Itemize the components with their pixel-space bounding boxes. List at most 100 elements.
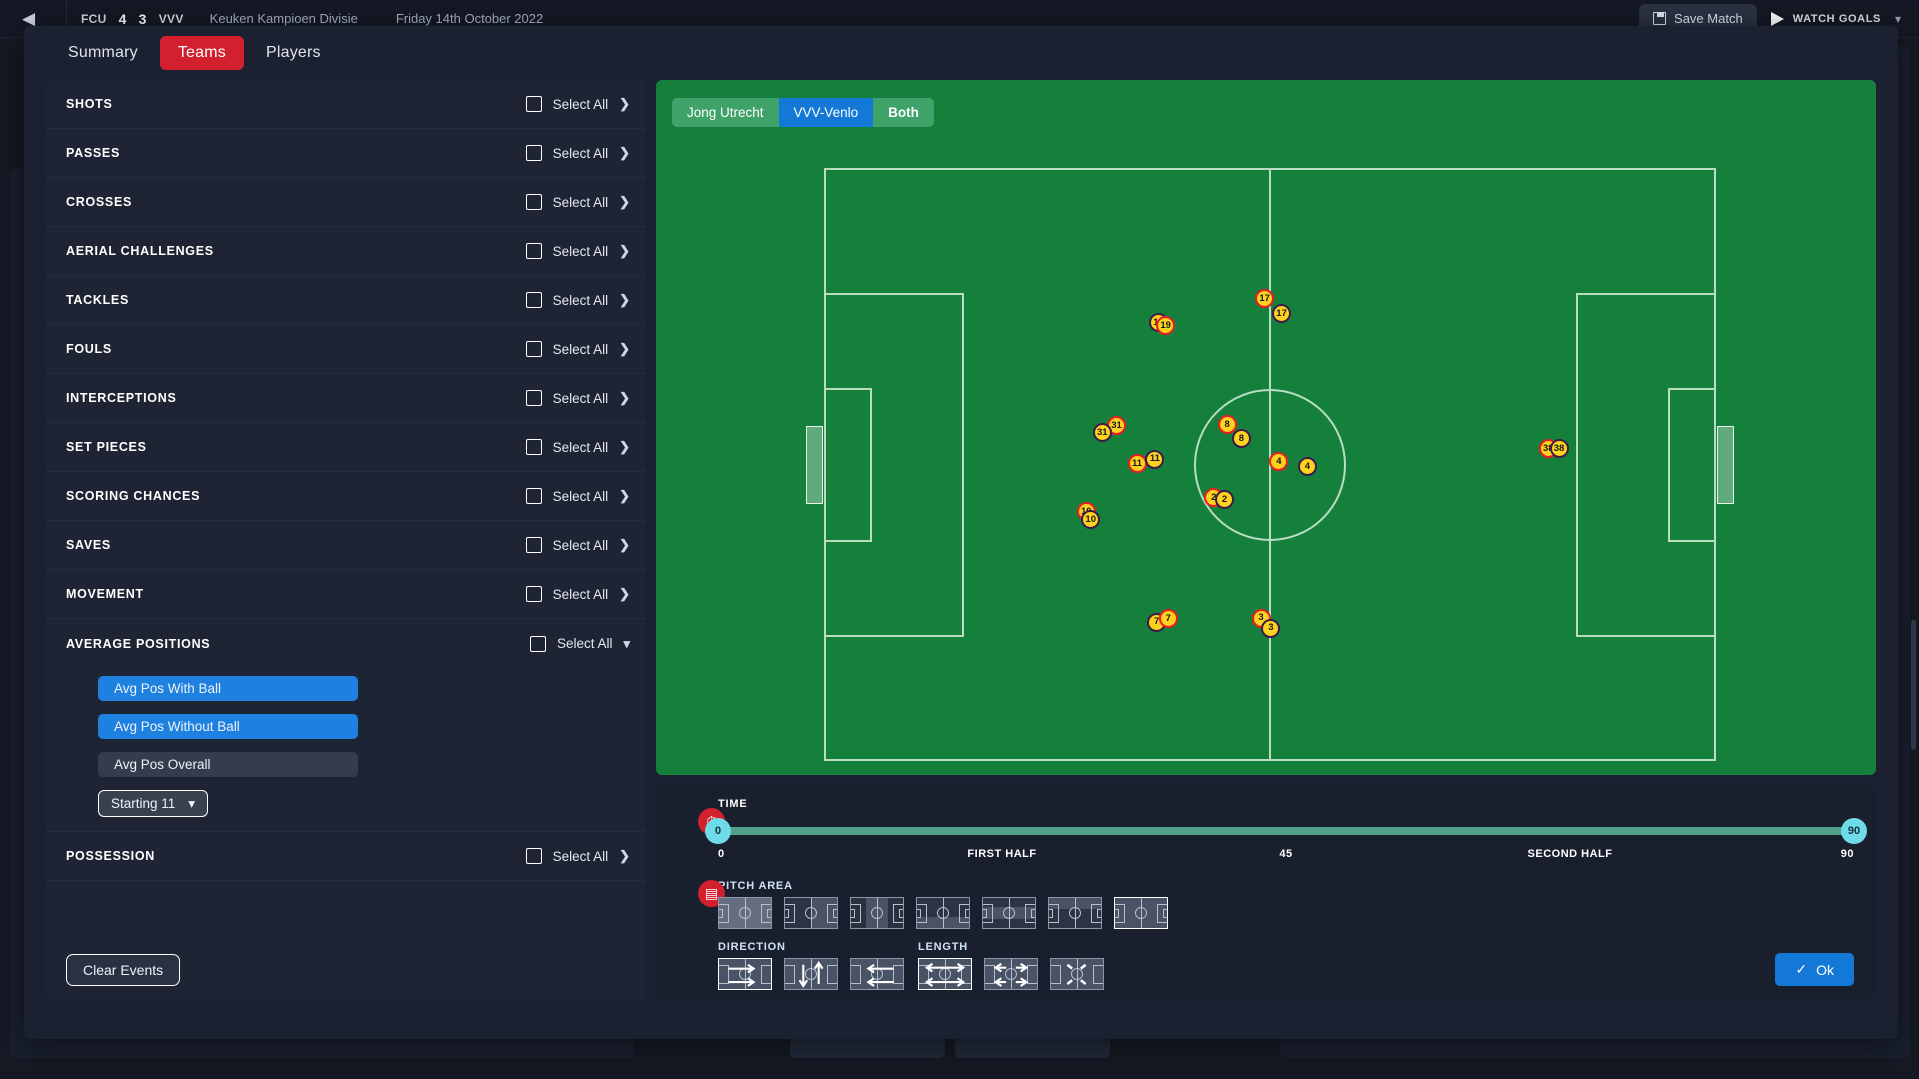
filter-row-movement[interactable]: MOVEMENT Select All ❯ <box>46 570 646 619</box>
length-option-medium[interactable] <box>984 958 1038 990</box>
direction-option-vertical[interactable] <box>784 958 838 990</box>
chevron-right-icon[interactable]: ❯ <box>619 439 630 455</box>
player-marker-11-without[interactable]: 11 <box>1145 449 1165 469</box>
pitch-markings[interactable]: 1717191931318811114422101077333838 <box>806 168 1734 761</box>
tab-players[interactable]: Players <box>248 36 339 70</box>
team-toggle-jong-utrecht[interactable]: Jong Utrecht <box>672 98 779 127</box>
clear-events-button[interactable]: Clear Events <box>66 954 181 986</box>
team-toggle-both[interactable]: Both <box>873 98 934 127</box>
select-all-label[interactable]: Select All <box>553 849 609 864</box>
select-all-checkbox[interactable] <box>525 488 542 504</box>
pitch-area-option-attacking-half[interactable] <box>784 897 838 929</box>
select-all-checkbox[interactable] <box>525 537 542 553</box>
pitch-area-option-bottom-channel[interactable] <box>916 897 970 929</box>
squad-selector-dropdown[interactable]: Starting 11 ▾ <box>98 790 209 817</box>
pitch-area-option-whole-pitch[interactable] <box>1114 897 1168 929</box>
filter-row-aerial-challenges[interactable]: AERIAL CHALLENGES Select All ❯ <box>46 227 646 276</box>
direction-option-forward[interactable] <box>718 958 772 990</box>
chevron-right-icon[interactable]: ❯ <box>619 194 630 210</box>
tab-teams[interactable]: Teams <box>159 36 244 70</box>
select-all-checkbox[interactable] <box>525 96 542 112</box>
filter-row-possession[interactable]: POSSESSION Select All ❯ <box>46 832 646 881</box>
player-marker-2-without[interactable]: 2 <box>1215 489 1234 509</box>
pitch-area-option-defensive-third[interactable] <box>718 897 772 929</box>
chevron-right-icon[interactable]: ❯ <box>619 341 630 357</box>
direction-option-backward[interactable] <box>850 958 904 990</box>
filter-row-shots[interactable]: SHOTS Select All ❯ <box>46 80 646 129</box>
filter-title: SCORING CHANCES <box>66 489 201 503</box>
filter-row-set-pieces[interactable]: SET PIECES Select All ❯ <box>46 423 646 472</box>
filter-row-average-positions[interactable]: AVERAGE POSITIONS Select All ▾ <box>46 619 646 668</box>
select-all-checkbox[interactable] <box>525 586 542 602</box>
avg-pos-with-ball-option[interactable]: Avg Pos With Ball <box>98 676 358 701</box>
filter-row-tackles[interactable]: TACKLES Select All ❯ <box>46 276 646 325</box>
select-all-label[interactable]: Select All <box>553 195 609 210</box>
slider-handle-start[interactable]: 0 <box>705 818 731 844</box>
avg-pos-without-ball-option[interactable]: Avg Pos Without Ball <box>98 714 358 739</box>
select-all-label[interactable]: Select All <box>553 587 609 602</box>
select-all-checkbox[interactable] <box>525 390 542 406</box>
chevron-right-icon[interactable]: ❯ <box>619 586 630 602</box>
pitch-area-option-central-channel[interactable] <box>982 897 1036 929</box>
arrow-left-icon <box>866 963 894 987</box>
chevron-down-icon[interactable]: ▾ <box>623 636 630 652</box>
tab-summary[interactable]: Summary <box>50 36 156 70</box>
axis-tick-second-half: SECOND HALF <box>1527 848 1613 860</box>
chevron-right-icon[interactable]: ❯ <box>619 292 630 308</box>
player-marker-17-with[interactable]: 17 <box>1255 288 1275 308</box>
player-marker-31-without[interactable]: 31 <box>1092 422 1112 442</box>
select-all-label[interactable]: Select All <box>557 636 613 651</box>
select-all-checkbox[interactable] <box>525 439 542 455</box>
select-all-label[interactable]: Select All <box>553 97 609 112</box>
select-all-label[interactable]: Select All <box>553 244 609 259</box>
chevron-right-icon[interactable]: ❯ <box>619 488 630 504</box>
player-marker-3-without[interactable]: 3 <box>1261 618 1281 638</box>
select-all-label[interactable]: Select All <box>553 440 609 455</box>
filter-row-saves[interactable]: SAVES Select All ❯ <box>46 521 646 570</box>
watch-goals-button[interactable]: WATCH GOALS <box>1770 11 1881 26</box>
avg-pos-overall-option[interactable]: Avg Pos Overall <box>98 752 358 777</box>
select-all-checkbox[interactable] <box>525 848 542 864</box>
filter-controls: Select All ❯ <box>525 537 630 553</box>
chevron-right-icon[interactable]: ❯ <box>619 390 630 406</box>
pitch-area-option-top-channel[interactable] <box>1048 897 1102 929</box>
pitch-area-option-middle-third[interactable] <box>850 897 904 929</box>
chevron-right-icon[interactable]: ❯ <box>619 848 630 864</box>
chevron-right-icon[interactable]: ❯ <box>619 145 630 161</box>
filter-controls: Select All ❯ <box>525 145 630 161</box>
length-option-short[interactable] <box>1050 958 1104 990</box>
filter-row-interceptions[interactable]: INTERCEPTIONS Select All ❯ <box>46 374 646 423</box>
scrollbar-thumb[interactable] <box>1911 620 1916 750</box>
chevron-right-icon[interactable]: ❯ <box>619 243 630 259</box>
length-option-long[interactable] <box>918 958 972 990</box>
filter-row-crosses[interactable]: CROSSES Select All ❯ <box>46 178 646 227</box>
time-range-slider[interactable]: 0 90 <box>705 818 1867 844</box>
select-all-checkbox[interactable] <box>525 194 542 210</box>
filter-row-scoring-chances[interactable]: SCORING CHANCES Select All ❯ <box>46 472 646 521</box>
slider-track[interactable] <box>718 827 1854 835</box>
select-all-label[interactable]: Select All <box>553 489 609 504</box>
ok-button[interactable]: ✓ Ok <box>1775 953 1854 986</box>
select-all-label[interactable]: Select All <box>553 342 609 357</box>
filter-row-fouls[interactable]: FOULS Select All ❯ <box>46 325 646 374</box>
select-all-checkbox[interactable] <box>525 243 542 259</box>
player-marker-38-without[interactable]: 38 <box>1549 438 1569 458</box>
chevron-right-icon[interactable]: ❯ <box>619 96 630 112</box>
player-marker-7-with[interactable]: 7 <box>1158 609 1178 629</box>
chevron-down-icon[interactable]: ▾ <box>1895 12 1901 26</box>
select-all-label[interactable]: Select All <box>553 538 609 553</box>
chevron-right-icon[interactable]: ❯ <box>619 537 630 553</box>
select-all-checkbox[interactable] <box>525 292 542 308</box>
slider-handle-end[interactable]: 90 <box>1841 818 1867 844</box>
pitch-visualisation: Jong Utrecht VVV-Venlo Both 171719193131… <box>656 80 1876 775</box>
player-marker-11-with[interactable]: 11 <box>1127 453 1147 473</box>
select-all-label[interactable]: Select All <box>553 146 609 161</box>
select-all-label[interactable]: Select All <box>553 391 609 406</box>
select-all-checkbox[interactable] <box>525 145 542 161</box>
select-all-checkbox[interactable] <box>525 341 542 357</box>
select-all-label[interactable]: Select All <box>553 293 609 308</box>
filter-row-passes[interactable]: PASSES Select All ❯ <box>46 129 646 178</box>
team-toggle-vvv-venlo[interactable]: VVV-Venlo <box>778 98 874 127</box>
select-all-checkbox[interactable] <box>529 635 546 652</box>
player-marker-8-without[interactable]: 8 <box>1231 428 1251 448</box>
